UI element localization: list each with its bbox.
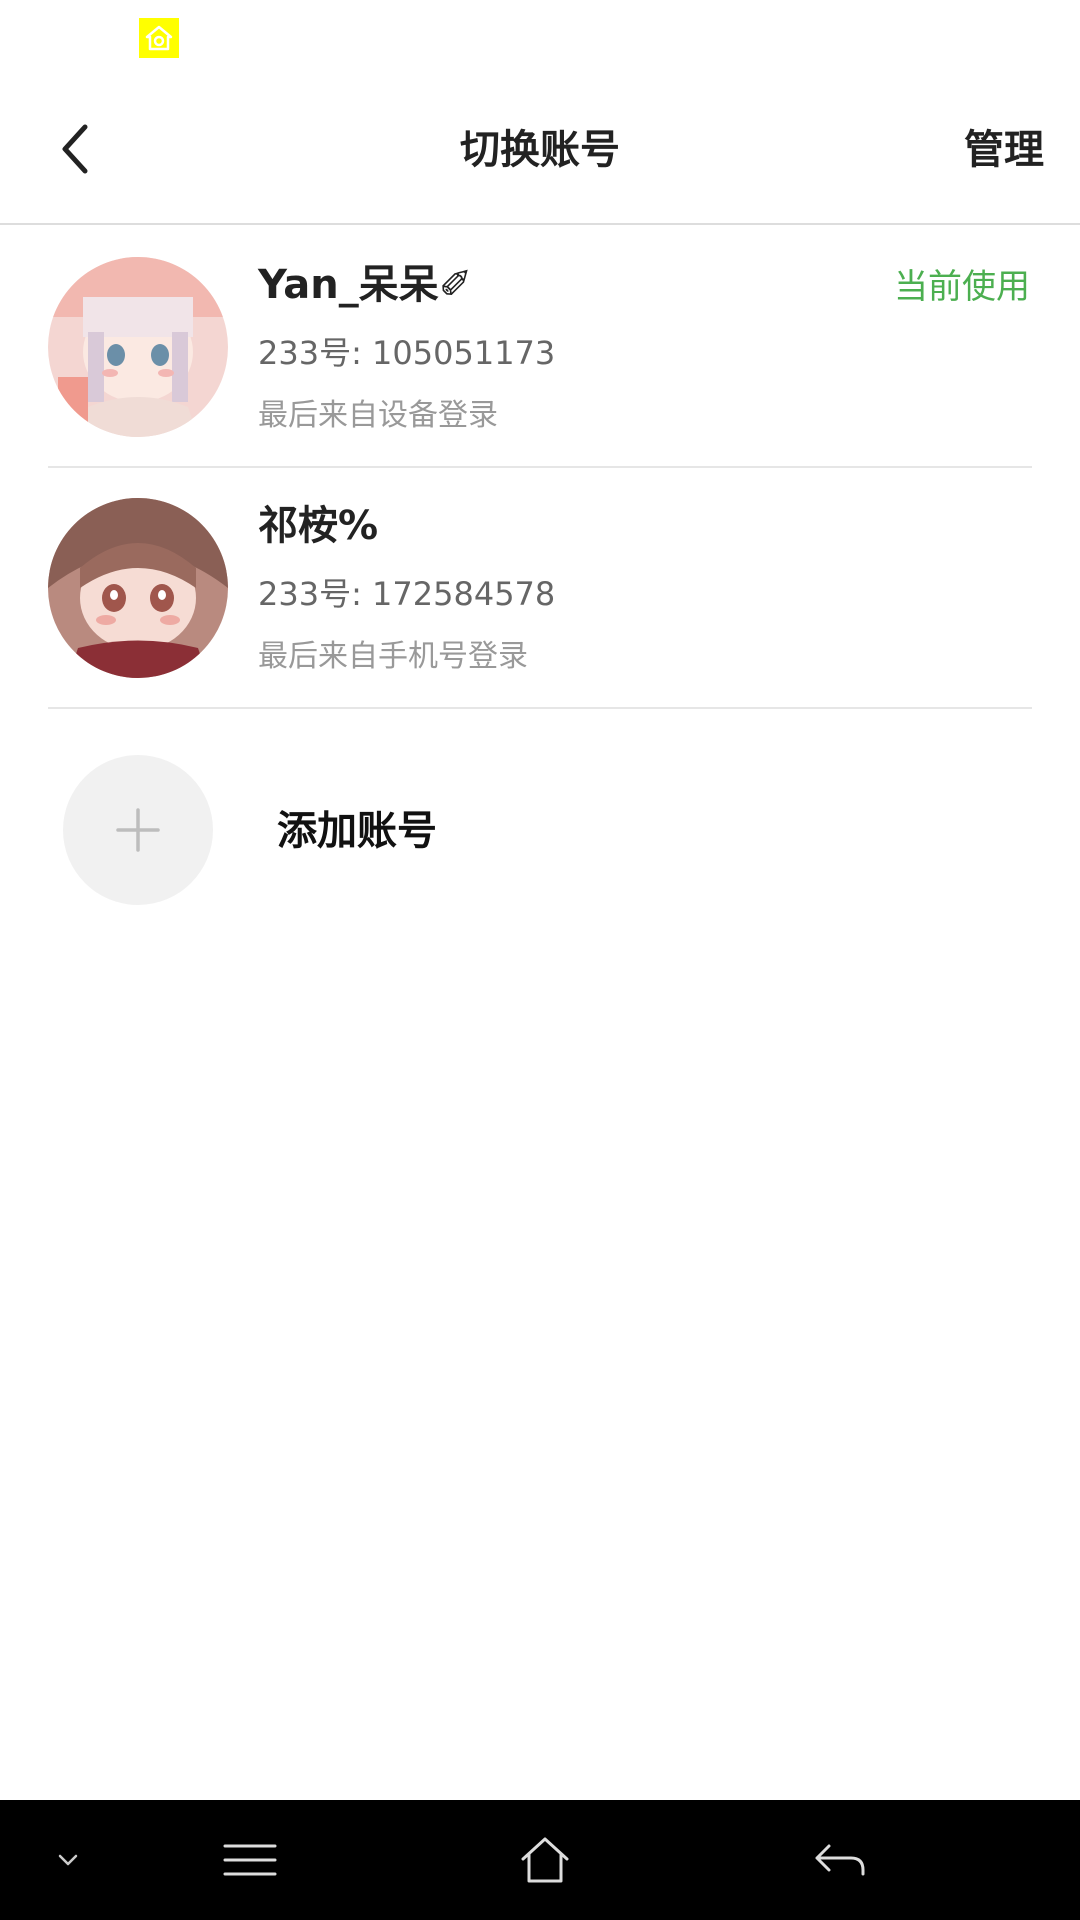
home-button[interactable]: [515, 1830, 575, 1890]
avatar: [48, 498, 228, 678]
status-bar: [0, 0, 1080, 80]
account-login-source: 最后来自手机号登录: [258, 639, 528, 674]
account-item[interactable]: Yan_呆呆✐ 233号: 105051173 最后来自设备登录 当前使用: [0, 227, 1080, 468]
plus-icon: [116, 808, 160, 852]
add-account-circle: [63, 755, 213, 905]
menu-icon: [223, 1844, 277, 1876]
recent-apps-button[interactable]: [220, 1830, 280, 1890]
divider: [48, 707, 1032, 709]
app-notification-icon: [139, 18, 179, 58]
account-name: 祁桉%: [258, 503, 379, 549]
add-account-button[interactable]: 添加账号: [0, 755, 1080, 905]
system-back-button[interactable]: [810, 1830, 870, 1890]
account-list: Yan_呆呆✐ 233号: 105051173 最后来自设备登录 当前使用 祁桉…: [0, 227, 1080, 709]
top-navigation-bar: 切换账号 管理: [0, 80, 1080, 225]
system-navigation-bar: [0, 1800, 1080, 1920]
page-title: 切换账号: [460, 127, 620, 173]
collapse-nav-button[interactable]: [48, 1830, 88, 1890]
account-item[interactable]: 祁桉% 233号: 172584578 最后来自手机号登录: [0, 468, 1080, 709]
home-icon: [521, 1837, 569, 1883]
avatar: [48, 257, 228, 437]
account-id: 233号: 105051173: [258, 334, 556, 372]
manage-button[interactable]: 管理: [964, 120, 1044, 180]
switch-account-screen: 切换账号 管理 Yan_呆呆✐ 233号: 105051173 最后来自设备登录…: [0, 0, 1080, 1920]
account-name: Yan_呆呆✐: [258, 262, 473, 308]
chevron-down-icon: [58, 1854, 78, 1866]
back-arrow-icon: [815, 1844, 865, 1876]
account-login-source: 最后来自设备登录: [258, 398, 498, 433]
current-account-badge: 当前使用: [894, 267, 1030, 307]
add-account-label: 添加账号: [277, 808, 437, 854]
account-id: 233号: 172584578: [258, 575, 556, 613]
